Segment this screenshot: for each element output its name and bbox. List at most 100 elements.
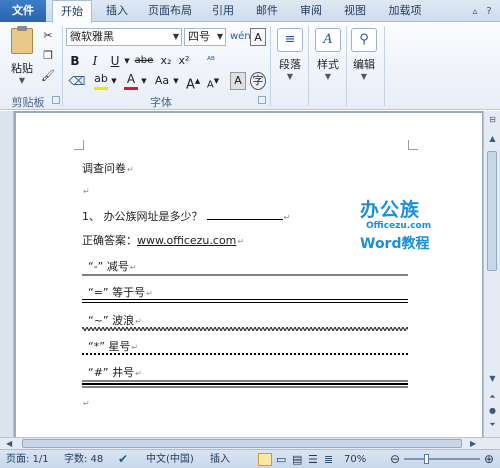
text-effects-icon[interactable]: ᴬᴮ [202, 52, 220, 70]
cut-icon[interactable]: ✂ [40, 28, 56, 44]
tab-page-layout[interactable]: 页面布局 [142, 0, 198, 22]
word-count[interactable]: 字数: 48 [64, 450, 103, 468]
group-divider [270, 26, 271, 106]
font-color-button[interactable]: A [124, 72, 138, 90]
italic-button[interactable]: I [88, 52, 102, 70]
proofing-icon[interactable]: ✔ [118, 450, 128, 468]
superscript-button[interactable]: x² [176, 52, 192, 70]
previous-page-icon[interactable]: ⏶ [487, 391, 498, 402]
character-shading-icon[interactable]: A [230, 72, 246, 90]
vertical-ruler [0, 111, 14, 437]
insert-mode-indicator[interactable]: 插入 [210, 450, 230, 468]
tab-home[interactable]: 开始 [52, 0, 92, 23]
font-launcher-icon[interactable] [258, 96, 266, 104]
clipboard-icon [11, 26, 33, 54]
character-border-icon[interactable]: A [250, 28, 266, 46]
group-divider [384, 26, 385, 106]
shrink-font-icon[interactable]: A▼ [206, 72, 220, 90]
clear-formatting-icon[interactable]: ⌫ [68, 72, 86, 90]
outline-icon[interactable]: ☰ [308, 450, 318, 468]
empty-paragraph: ↵ [83, 399, 90, 408]
ribbon-tab-bar: 文件 开始 插入 页面布局 引用 邮件 审阅 视图 加载项 ▵? [0, 0, 500, 23]
horizontal-scrollbar[interactable]: ◀ ▶ [0, 437, 500, 449]
tab-review[interactable]: 审阅 [294, 0, 328, 22]
next-page-icon[interactable]: ⏷ [487, 419, 498, 430]
copy-icon[interactable]: ❐ [40, 48, 56, 64]
tab-references[interactable]: 引用 [206, 0, 240, 22]
scroll-left-icon[interactable]: ◀ [6, 438, 12, 449]
empty-paragraph: ↵ [83, 187, 90, 196]
answer-link[interactable]: www.officezu.com [137, 234, 236, 247]
subscript-button[interactable]: x₂ [158, 52, 174, 70]
vertical-scroll-thumb[interactable] [487, 151, 497, 271]
window-controls: ▵? [468, 4, 496, 18]
paragraph-button[interactable]: ≡ 段落 ▼ [272, 26, 308, 92]
tab-addins[interactable]: 加载项 [382, 0, 428, 22]
minimize-ribbon-icon[interactable]: ▵ [468, 5, 482, 19]
clipboard-launcher-icon[interactable] [52, 96, 60, 104]
zoom-slider-track[interactable] [404, 458, 480, 460]
zoom-slider-thumb[interactable] [424, 454, 429, 464]
double-line-border [82, 299, 408, 303]
chevron-down-icon[interactable]: ▼ [110, 72, 118, 90]
question-line: 1、 办公族网址是多少？ ↵ [82, 209, 291, 223]
chevron-down-icon[interactable]: ▼ [123, 52, 131, 70]
paste-label: 粘贴 [11, 62, 33, 75]
tab-file[interactable]: 文件 [0, 0, 46, 22]
clipboard-group-label: 剪贴板 [11, 96, 45, 109]
chevron-down-icon[interactable]: ▼ [172, 72, 180, 90]
item-minus: “-” 减号↵ [88, 260, 137, 273]
item-hash: “#” 井号↵ [88, 366, 142, 379]
scroll-up-icon[interactable]: ▲ [487, 133, 498, 144]
binoculars-icon: ⚲ [351, 28, 377, 52]
enclose-characters-icon[interactable]: 字 [250, 72, 266, 90]
strikethrough-button[interactable]: abe [134, 52, 154, 70]
draft-icon[interactable]: ≣ [324, 450, 333, 468]
answer-line: 正确答案：www.officezu.com↵ [82, 234, 245, 247]
margin-corner-mark [408, 140, 418, 150]
grow-font-icon[interactable]: A▲ [186, 72, 200, 92]
styles-button[interactable]: A 样式 ▼ [310, 26, 346, 92]
zoom-level[interactable]: 70% [344, 450, 366, 468]
paragraph-icon: ≡ [277, 28, 303, 52]
styles-icon: A [315, 28, 341, 52]
full-screen-reading-icon[interactable]: ▭ [276, 450, 286, 468]
officezu-logo: 办公族 Officezu.com Word教程 [360, 199, 432, 252]
underline-button[interactable]: U [108, 52, 122, 70]
dotted-line-border [82, 353, 408, 355]
web-layout-icon[interactable]: ▤ [292, 450, 302, 468]
print-layout-icon[interactable] [258, 453, 272, 466]
single-line-border [82, 274, 408, 276]
paste-button[interactable]: 粘贴 ▼ [6, 26, 38, 86]
scroll-down-icon[interactable]: ▼ [487, 373, 498, 384]
answer-blank [206, 209, 283, 220]
font-size-select[interactable]: 四号 ▼ [184, 28, 226, 46]
tab-view[interactable]: 视图 [338, 0, 372, 22]
ruler-toggle-icon[interactable]: ⊟ [487, 114, 498, 125]
help-icon[interactable]: ? [482, 5, 496, 19]
margin-corner-mark [74, 140, 84, 150]
bold-button[interactable]: B [68, 52, 82, 70]
font-group-label: 字体 [150, 96, 172, 109]
highlight-color-icon[interactable]: ab [94, 72, 108, 90]
tab-insert[interactable]: 插入 [100, 0, 134, 22]
page-count[interactable]: 页面: 1/1 [6, 450, 49, 468]
format-painter-icon[interactable]: 🖌 [40, 68, 56, 84]
status-bar: 页面: 1/1 字数: 48 ✔ 中文(中国) 插入 ▭ ▤ ☰ ≣ 70% ⊖… [0, 449, 500, 468]
font-size-value: 四号 [188, 30, 210, 43]
font-name-select[interactable]: 微软雅黑 ▼ [66, 28, 182, 46]
change-case-button[interactable]: Aa [152, 72, 172, 90]
scroll-right-icon[interactable]: ▶ [470, 438, 476, 449]
ribbon: 粘贴 ▼ ✂ ❐ 🖌 剪贴板 微软雅黑 ▼ 四号 ▼ wén A B I U ▼… [0, 22, 500, 110]
zoom-out-icon[interactable]: ⊖ [390, 450, 400, 468]
horizontal-scroll-thumb[interactable] [22, 439, 462, 448]
language-indicator[interactable]: 中文(中国) [146, 450, 194, 468]
zoom-in-icon[interactable]: ⊕ [484, 450, 494, 468]
editing-button[interactable]: ⚲ 编辑 ▼ [346, 26, 382, 92]
phonetic-guide-icon[interactable]: wén [230, 28, 251, 46]
tab-mailings[interactable]: 邮件 [250, 0, 284, 22]
font-name-value: 微软雅黑 [70, 30, 114, 43]
vertical-scrollbar[interactable]: ⊟ ▲ ▼ ⏶ ● ⏷ [483, 111, 500, 437]
browse-object-icon[interactable]: ● [487, 405, 498, 416]
chevron-down-icon[interactable]: ▼ [140, 72, 148, 90]
